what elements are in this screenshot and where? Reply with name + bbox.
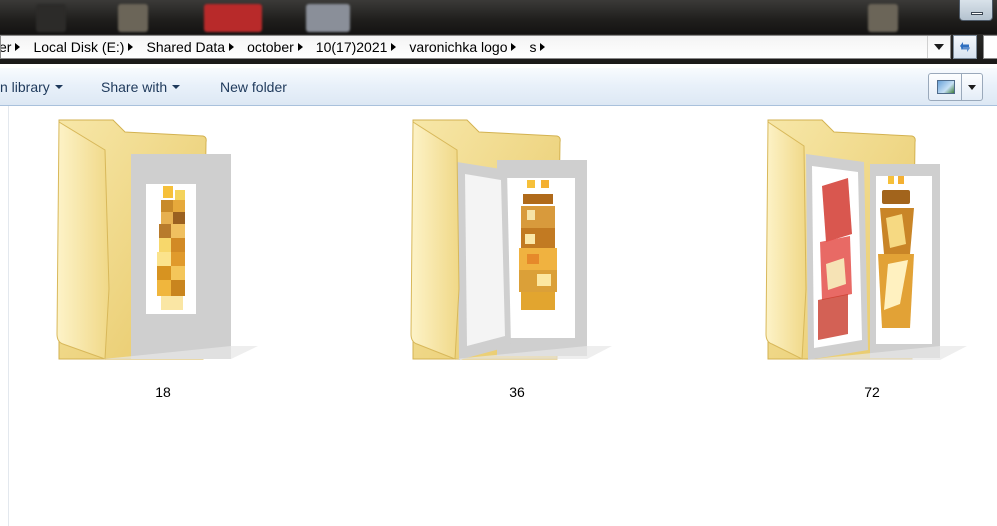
taskbar-app-icon: [36, 4, 66, 32]
address-bar[interactable]: er Local Disk (E:) Shared Data october 1…: [0, 35, 951, 59]
breadcrumb-label: varonichka logo: [409, 39, 508, 55]
folder-icon: [410, 119, 612, 360]
breadcrumb-varonichka-logo[interactable]: varonichka logo: [403, 36, 523, 58]
breadcrumb-october[interactable]: october: [241, 36, 310, 58]
folder-item-36[interactable]: 36: [397, 114, 637, 404]
pixelated-logo-thumbnail: [519, 180, 557, 310]
folder-icon: [765, 119, 967, 360]
breadcrumb-s[interactable]: s: [523, 36, 552, 58]
taskbar-app-icon: [118, 4, 148, 32]
view-options-dropdown-icon[interactable]: [968, 85, 976, 90]
folder-name: 18: [155, 384, 171, 400]
breadcrumb-label: s: [529, 39, 537, 55]
taskbar-app-icon: [868, 4, 898, 32]
explorer-window: er Local Disk (E:) Shared Data october 1…: [0, 0, 997, 526]
breadcrumb-arrow-icon[interactable]: [15, 43, 21, 51]
refresh-icon: [960, 42, 970, 52]
breadcrumb-label: Shared Data: [146, 39, 226, 55]
breadcrumb-label: october: [247, 39, 294, 55]
refresh-button[interactable]: [953, 35, 977, 59]
minimize-icon: [971, 12, 983, 15]
breadcrumb-date-folder[interactable]: 10(17)2021: [310, 36, 404, 58]
chevron-down-icon: [934, 44, 944, 50]
include-in-library-button[interactable]: n library: [0, 68, 63, 106]
folder-name: 36: [509, 384, 525, 400]
breadcrumb-computer[interactable]: er: [0, 36, 27, 58]
folder-name: 72: [864, 384, 880, 400]
breadcrumb-shared-data[interactable]: Shared Data: [140, 36, 241, 58]
taskbar-app-icon: [204, 4, 262, 32]
address-history-dropdown[interactable]: [927, 36, 950, 58]
folder-icon: [56, 119, 258, 360]
command-bar: n library Share with New folder: [0, 67, 997, 106]
change-view-icon: [937, 80, 955, 94]
include-in-library-label: n library: [0, 79, 50, 95]
title-bar: [0, 0, 997, 34]
breadcrumb-label: er: [0, 39, 12, 55]
breadcrumb-arrow-icon[interactable]: [540, 43, 546, 51]
pixelated-logo-thumbnail: [157, 186, 185, 310]
breadcrumb-arrow-icon[interactable]: [511, 43, 517, 51]
folder-item-72[interactable]: 72: [752, 114, 992, 404]
breadcrumb-local-disk[interactable]: Local Disk (E:): [27, 36, 140, 58]
breadcrumb-label: 10(17)2021: [315, 39, 388, 55]
breadcrumb-arrow-icon[interactable]: [297, 43, 303, 51]
share-with-label: Share with: [101, 79, 168, 95]
minimize-button[interactable]: [959, 0, 993, 21]
navigation-pane-edge: [0, 106, 9, 526]
breadcrumb-label: Local Disk (E:): [33, 39, 125, 55]
breadcrumb-arrow-icon[interactable]: [128, 43, 134, 51]
new-folder-button[interactable]: New folder: [220, 68, 287, 106]
folder-item-18[interactable]: 18: [43, 114, 283, 404]
chevron-down-icon: [172, 85, 181, 89]
chevron-down-icon: [54, 85, 63, 89]
change-view-button[interactable]: [928, 73, 983, 101]
file-list[interactable]: 18 36 72: [0, 106, 997, 526]
breadcrumb-arrow-icon[interactable]: [229, 43, 235, 51]
breadcrumb-arrow-icon[interactable]: [391, 43, 397, 51]
split-divider: [961, 74, 962, 100]
search-input[interactable]: [983, 35, 997, 59]
address-row: er Local Disk (E:) Shared Data october 1…: [0, 34, 997, 64]
share-with-button[interactable]: Share with: [101, 68, 181, 106]
taskbar-app-icon: [306, 4, 350, 32]
new-folder-label: New folder: [220, 79, 287, 95]
